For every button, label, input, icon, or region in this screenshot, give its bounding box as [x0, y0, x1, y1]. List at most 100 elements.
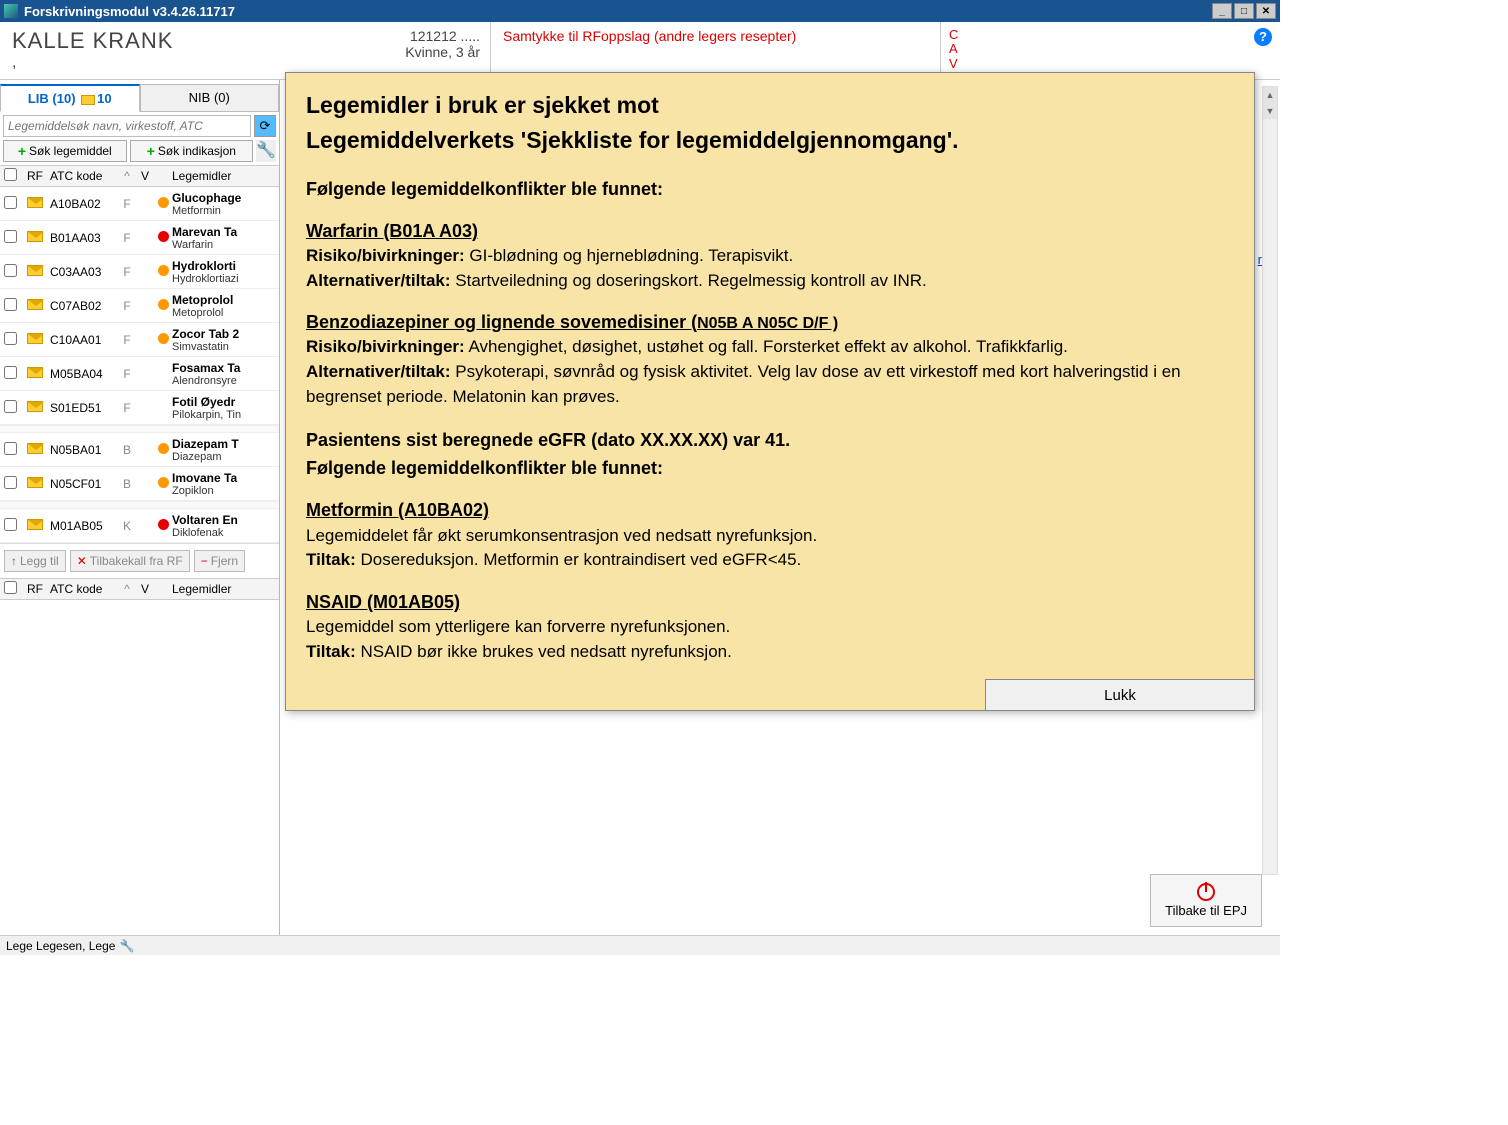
search-medicine-button[interactable]: +Søk legemiddel [3, 140, 127, 162]
drug-heading-metformin: Metformin (A10BA02) [306, 497, 1234, 523]
atc-code: C07AB02 [50, 299, 118, 313]
row-checkbox[interactable] [4, 298, 17, 311]
scrollbar[interactable]: ▲ ▼ [1262, 86, 1278, 875]
row-checkbox[interactable] [4, 518, 17, 531]
mail-icon [27, 477, 43, 488]
substance-name: Hydroklortiazi [172, 273, 279, 285]
conflicts-heading-2: Følgende legemiddelkonflikter ble funnet… [306, 455, 1234, 481]
refresh-button[interactable]: ⟳ [254, 115, 276, 137]
scroll-down-icon[interactable]: ▼ [1263, 103, 1277, 119]
row-checkbox[interactable] [4, 264, 17, 277]
select-all-checkbox[interactable] [4, 168, 17, 181]
tab-lib[interactable]: LIB (10) 10 [0, 84, 140, 112]
table-header: RF ATC kode ^ V Legemidler [0, 165, 279, 187]
row-checkbox[interactable] [4, 196, 17, 209]
table-row[interactable]: C07AB02FMetoprololMetoprolol [0, 289, 279, 323]
modal-title-2: Legemiddelverkets 'Sjekkliste for legemi… [306, 124, 1234, 157]
tab-nib[interactable]: NIB (0) [140, 84, 280, 112]
substance-name: Warfarin [172, 239, 279, 251]
atc-code: B01AA03 [50, 231, 118, 245]
substance-name: Alendronsyre [172, 375, 279, 387]
v-value: F [118, 401, 136, 415]
v-value: F [118, 299, 136, 313]
v-value: F [118, 333, 136, 347]
search-indication-button[interactable]: +Søk indikasjon [130, 140, 254, 162]
left-panel: LIB (10) 10 NIB (0) ⟳ +Søk legemiddel +S… [0, 80, 280, 935]
recall-button[interactable]: ✕Tilbakekall fra RF [70, 550, 190, 572]
atc-code: M01AB05 [50, 519, 118, 533]
mail-icon [27, 333, 43, 344]
substance-name: Zopiklon [172, 485, 279, 497]
patient-demo-line: Kvinne, 3 år [405, 44, 480, 60]
medicine-name: Glucophage [172, 191, 279, 205]
table-row[interactable]: C03AA03FHydroklortiHydroklortiazi [0, 255, 279, 289]
minimize-button[interactable]: _ [1212, 3, 1232, 19]
v-value: F [118, 197, 136, 211]
table-row[interactable]: C10AA01FZocor Tab 2Simvastatin [0, 323, 279, 357]
app-icon [4, 4, 18, 18]
medicine-name: Fosamax Ta [172, 361, 279, 375]
consent-text[interactable]: Samtykke til RFoppslag (andre legers res… [490, 22, 940, 79]
medicine-name: Voltaren En [172, 513, 279, 527]
substance-name: Diazepam [172, 451, 279, 463]
scroll-up-icon[interactable]: ▲ [1263, 87, 1277, 103]
conflicts-heading: Følgende legemiddelkonflikter ble funnet… [306, 176, 1234, 202]
close-button[interactable]: ✕ [1256, 3, 1276, 19]
wrench-icon[interactable]: 🔧 [119, 939, 134, 953]
status-dot-icon [158, 443, 169, 454]
select-all-checkbox-2[interactable] [4, 581, 17, 594]
settings-button[interactable]: 🔧 [256, 140, 276, 162]
modal-close-button[interactable]: Lukk [985, 679, 1255, 711]
col-atc[interactable]: ATC kode [50, 169, 118, 183]
substance-name: Pilokarpin, Tin [172, 409, 279, 421]
status-dot-icon [158, 231, 169, 242]
status-user: Lege Legesen, Lege [6, 939, 115, 953]
search-input[interactable] [3, 115, 251, 137]
mail-icon [27, 519, 43, 530]
row-checkbox[interactable] [4, 442, 17, 455]
wrench-icon: 🔧 [256, 142, 276, 159]
add-button[interactable]: ↑Legg til [4, 550, 66, 572]
maximize-button[interactable]: □ [1234, 3, 1254, 19]
row-checkbox[interactable] [4, 476, 17, 489]
row-checkbox[interactable] [4, 332, 17, 345]
back-to-epj-button[interactable]: Tilbake til EPJ [1150, 874, 1262, 927]
table-row[interactable]: N05BA01BDiazepam TDiazepam [0, 433, 279, 467]
titlebar-text: Forskrivningsmodul v3.4.26.11717 [24, 4, 235, 19]
col-rf[interactable]: RF [20, 169, 50, 183]
mail-icon [27, 231, 43, 242]
medicine-name: Metoprolol [172, 293, 279, 307]
table-row[interactable]: N05CF01BImovane TaZopiklon [0, 467, 279, 501]
v-value: K [118, 519, 136, 533]
mail-icon [27, 401, 43, 412]
sort-icon[interactable]: ^ [118, 169, 136, 183]
egfr-line: Pasientens sist beregnede eGFR (dato XX.… [306, 427, 1234, 453]
status-dot-icon [158, 197, 169, 208]
table-row[interactable]: M01AB05KVoltaren EnDiklofenak [0, 509, 279, 543]
row-checkbox[interactable] [4, 400, 17, 413]
table-row[interactable]: S01ED51FFotil ØyedrPilokarpin, Tin [0, 391, 279, 425]
mail-icon [81, 95, 95, 105]
table-header-2: RF ATC kode ^ V Legemidler [0, 578, 279, 600]
cave-label: CAV [949, 28, 1272, 71]
row-checkbox[interactable] [4, 230, 17, 243]
medicine-name: Hydroklorti [172, 259, 279, 273]
plus-icon: + [147, 143, 155, 159]
col-med[interactable]: Legemidler [172, 169, 279, 183]
atc-code: C03AA03 [50, 265, 118, 279]
mail-icon [27, 299, 43, 310]
col-v[interactable]: V [136, 169, 154, 183]
conflict-modal: Legemidler i bruk er sjekket mot Legemid… [285, 72, 1255, 711]
table-row[interactable]: A10BA02FGlucophageMetformin [0, 187, 279, 221]
remove-button[interactable]: −Fjern [194, 550, 245, 572]
table-row[interactable]: B01AA03FMarevan TaWarfarin [0, 221, 279, 255]
help-icon[interactable]: ? [1254, 28, 1272, 46]
v-value: F [118, 367, 136, 381]
row-checkbox[interactable] [4, 366, 17, 379]
patient-id-line: 121212 ..... [405, 28, 480, 44]
medicine-name: Diazepam T [172, 437, 279, 451]
mail-icon [27, 265, 43, 276]
table-row[interactable]: M05BA04FFosamax TaAlendronsyre [0, 357, 279, 391]
v-value: F [118, 231, 136, 245]
atc-code: A10BA02 [50, 197, 118, 211]
